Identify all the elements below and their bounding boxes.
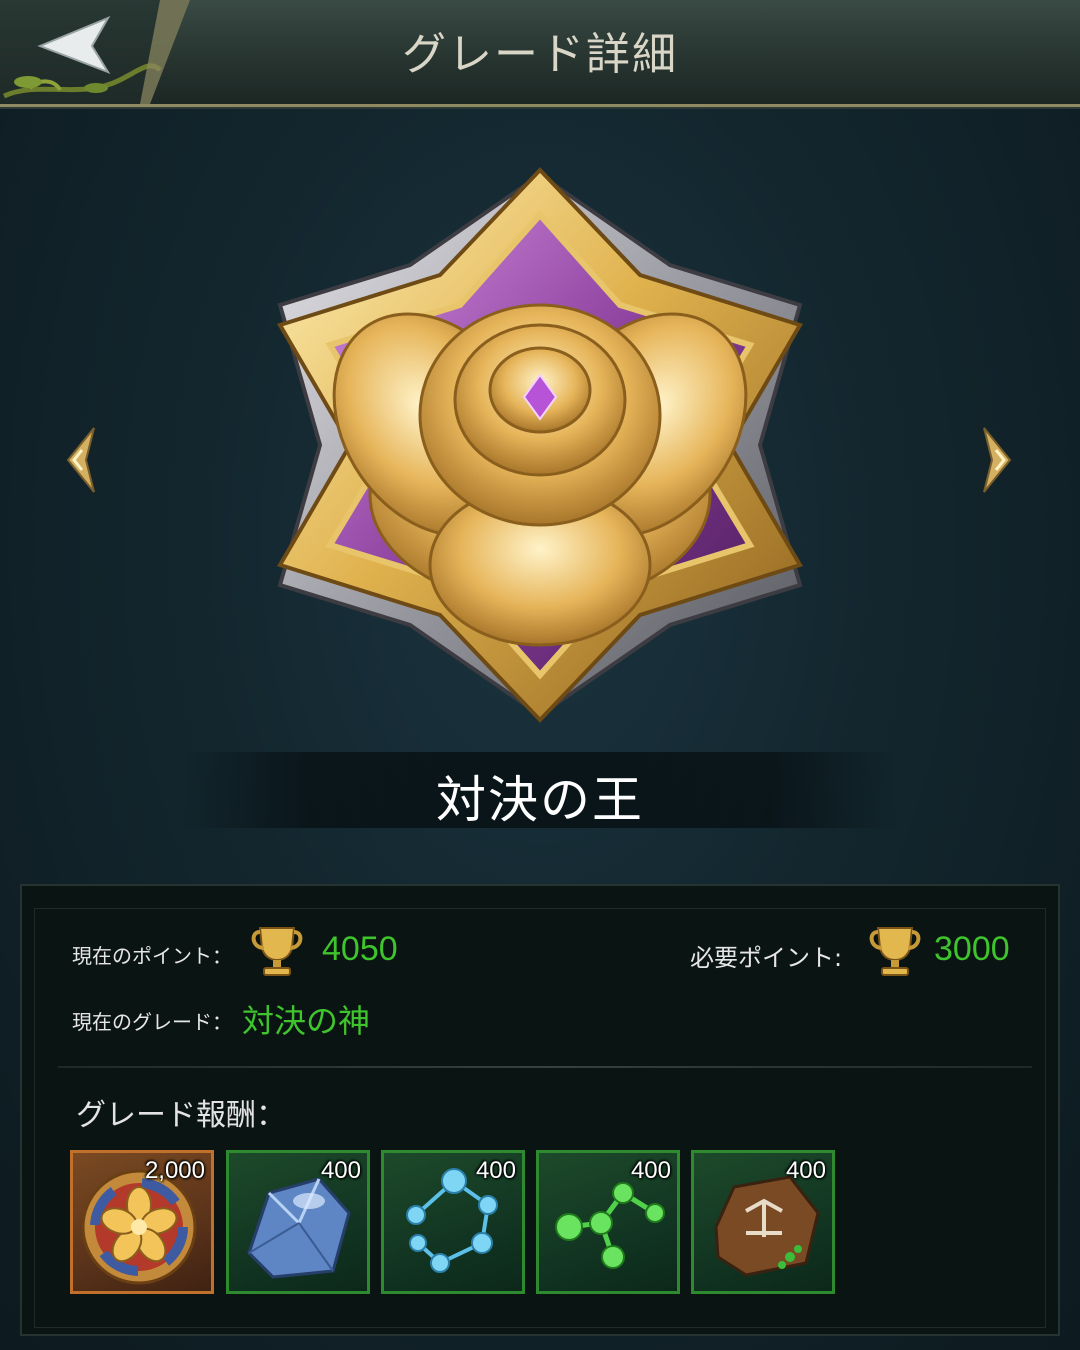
required-points-value: 3000 (934, 930, 1010, 968)
reward-item[interactable]: 400 (536, 1150, 680, 1294)
current-points-value: 4050 (322, 930, 398, 968)
reward-item[interactable]: 400 (691, 1150, 835, 1294)
required-points-label: 必要ポイント: (690, 944, 843, 972)
current-grade-label: 現在のグレード： (72, 1010, 232, 1034)
chevron-right-icon (983, 427, 1012, 493)
reward-count: 400 (475, 1157, 516, 1184)
trophy-icon (868, 922, 922, 978)
next-grade-button[interactable] (978, 420, 1018, 500)
grade-rewards-label: グレード報酬： (76, 1098, 286, 1133)
reward-item[interactable]: 2,000 (70, 1150, 214, 1294)
reward-count: 400 (630, 1157, 671, 1184)
reward-count: 400 (785, 1157, 826, 1184)
grade-name: 対決の王 (436, 771, 644, 829)
golden-rose-emblem-icon (277, 167, 803, 723)
reward-item[interactable]: 400 (226, 1150, 370, 1294)
current-points-label: 現在のポイント： (72, 944, 232, 968)
grade-name-banner: 対決の王 (180, 752, 900, 829)
grade-emblem (260, 165, 820, 725)
panel-divider (58, 1066, 1032, 1068)
grade-detail-screen: グレード詳細 対決の王 現在のポイント： 4050 必要ポイント: 3000 現… (0, 0, 1080, 1350)
reward-count: 2,000 (144, 1157, 205, 1184)
previous-grade-button[interactable] (60, 420, 100, 500)
reward-item[interactable]: 400 (381, 1150, 525, 1294)
reward-count: 400 (320, 1157, 361, 1184)
chevron-left-icon (66, 427, 95, 493)
current-grade-value: 対決の神 (242, 1002, 371, 1040)
header-bar: グレード詳細 (0, 0, 1080, 107)
page-title: グレード詳細 (402, 29, 678, 80)
trophy-icon (250, 922, 304, 978)
